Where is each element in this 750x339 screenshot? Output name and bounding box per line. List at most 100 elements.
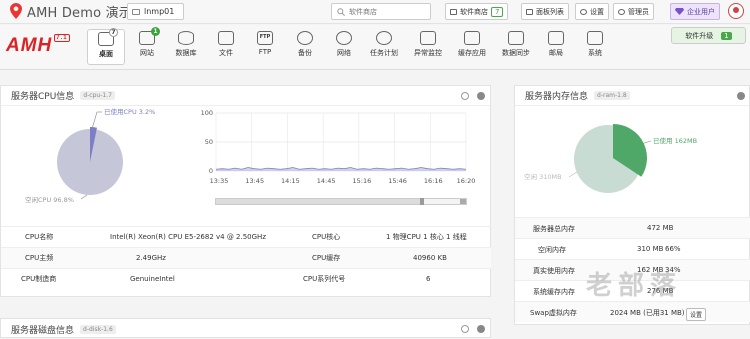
- nav-item-label: 数据库: [175, 49, 197, 57]
- ram-key: Swap虚拟内存: [530, 309, 577, 317]
- avatar[interactable]: [728, 3, 744, 19]
- system-icon: [587, 31, 603, 45]
- nav-item-label: 缓存应用: [458, 49, 486, 57]
- nav-item-label: 系统: [588, 49, 602, 57]
- nav-item-label: 任务计划: [370, 49, 398, 57]
- panel-list-label: 面板列表: [536, 7, 564, 16]
- nav-item-label: 数据同步: [502, 49, 530, 57]
- nav-item-cache[interactable]: 缓存应用: [453, 29, 491, 65]
- x-tick-label: 13:35: [210, 177, 229, 185]
- upgrade-badge: 1: [721, 31, 732, 40]
- folder-icon: [218, 31, 234, 45]
- software-store-badge: 7: [491, 6, 504, 17]
- software-store-button[interactable]: 软件商店 7: [445, 3, 509, 20]
- cpu-key: CPU制造商: [21, 275, 57, 283]
- host-select[interactable]: lnmp01: [127, 3, 184, 20]
- nav-item-label: 邮局: [549, 49, 563, 57]
- close-icon[interactable]: [477, 92, 485, 100]
- leader-line: [91, 111, 98, 130]
- cpu-value: 40960 KB: [413, 254, 447, 262]
- cpu-key: CPU缓存: [312, 254, 341, 262]
- slider-end-handle[interactable]: [460, 199, 466, 204]
- ram-key: 服务器总内存: [533, 225, 575, 233]
- cpu-panel-title: 服务器CPU信息: [11, 92, 75, 102]
- x-tick-label: 13:45: [245, 177, 264, 185]
- refresh-icon[interactable]: [461, 325, 469, 333]
- cpu-key: CPU名称: [25, 233, 54, 241]
- nav-desktop-badge: 7: [109, 28, 118, 37]
- admin-label: 管理员: [628, 7, 649, 16]
- nav-item-desktop[interactable]: 7 桌面: [87, 28, 125, 65]
- globe-icon: [336, 31, 352, 45]
- nav-item-network[interactable]: 网络: [325, 29, 363, 65]
- ram-pie-chart: 已使用 162MB 空闲 310MB: [524, 124, 697, 193]
- nav-item-database[interactable]: 数据库: [167, 29, 205, 65]
- nav-item-website[interactable]: 1 网站: [128, 27, 166, 65]
- software-upgrade-button[interactable]: 软件升级 1: [671, 27, 746, 44]
- cpu-key: CPU主频: [25, 254, 54, 262]
- ram-key: 空闲内存: [538, 246, 566, 254]
- cpu-value: 1 物理CPU 1 核心 1 线程: [386, 233, 467, 241]
- sync-icon: [508, 31, 524, 45]
- leader-line: [80, 194, 88, 200]
- amh-logo[interactable]: AMH 7.1: [6, 34, 70, 57]
- disk-panel: 服务器磁盘信息 d-disk-1.6: [0, 318, 491, 338]
- nav-item-label: 网站: [140, 49, 154, 57]
- ram-panel-title: 服务器内存信息: [525, 92, 589, 102]
- search-icon: [337, 7, 345, 16]
- nav-item-label: 文件: [219, 49, 233, 57]
- panel-list-button[interactable]: 面板列表: [521, 3, 569, 20]
- cpu-value: 2.49GHz: [136, 254, 166, 262]
- brand[interactable]: AMH Demo 演示: [10, 2, 132, 21]
- software-store-label: 软件商店: [460, 7, 488, 16]
- location-pin-icon: [10, 3, 22, 19]
- search-input[interactable]: [349, 7, 429, 16]
- close-icon[interactable]: [477, 325, 485, 333]
- cache-icon: [464, 31, 480, 45]
- nav-item-monitor[interactable]: 异常监控: [409, 29, 447, 65]
- slider-handle[interactable]: [420, 198, 424, 205]
- cpu-value: Intel(R) Xeon(R) CPU E5-2682 v4 @ 2.50GH…: [110, 233, 266, 241]
- store-icon: [450, 8, 457, 15]
- nav-item-files[interactable]: 文件: [207, 29, 245, 65]
- user-icon: [618, 8, 625, 15]
- close-icon[interactable]: [737, 92, 745, 100]
- admin-button[interactable]: 管理员: [613, 3, 654, 20]
- ram-percent: 66%: [665, 245, 681, 253]
- ram-panel-header: 服务器内存信息 d-ram-1.8: [515, 86, 749, 106]
- refresh-icon[interactable]: [461, 92, 469, 100]
- ram-key: 真实使用内存: [533, 267, 575, 275]
- chart-zoom-slider[interactable]: [215, 198, 467, 205]
- nav-item-system[interactable]: 系统: [576, 29, 614, 65]
- logo-text: AMH: [6, 35, 53, 56]
- nav-item-mail[interactable]: 邮局: [537, 29, 575, 65]
- server-icon: [132, 8, 140, 15]
- enterprise-user-label: 企业用户: [687, 7, 715, 16]
- nav-item-sync[interactable]: 数据同步: [497, 29, 535, 65]
- nav-item-label: 网络: [337, 49, 351, 57]
- backup-icon: [297, 31, 313, 45]
- y-tick-label: 50: [205, 138, 213, 146]
- ram-value: 472 MB: [647, 224, 674, 232]
- settings-button[interactable]: 设置: [575, 3, 609, 20]
- table-row: 服务器总内存 472 MB: [515, 217, 750, 238]
- monitor-alert-icon: [420, 31, 436, 45]
- table-row: 空闲内存 310 MB 66%: [515, 238, 750, 259]
- nav-item-cron[interactable]: 任务计划: [365, 29, 403, 65]
- cpu-value: GenuineIntel: [130, 275, 175, 283]
- cpu-pie-chart: 已使用CPU 3.2% 空闲CPU 96.8%: [25, 107, 155, 204]
- nav-item-ftp[interactable]: FTP FTP: [246, 29, 284, 65]
- brand-title: AMH Demo 演示: [27, 5, 132, 21]
- x-tick-label: 16:20: [457, 177, 476, 185]
- cpu-key: CPU系列代号: [303, 275, 346, 283]
- search-box[interactable]: [331, 3, 431, 20]
- swap-settings-button[interactable]: 设置: [686, 308, 707, 321]
- enterprise-user-button[interactable]: 企业用户: [670, 3, 720, 20]
- nav-item-backup[interactable]: 备份: [286, 29, 324, 65]
- diamond-icon: [675, 8, 684, 15]
- database-icon: [178, 31, 194, 45]
- ftp-icon: FTP: [257, 31, 273, 45]
- leader-line: [568, 171, 578, 178]
- cpu-panel-tag: d-cpu-1.7: [80, 91, 115, 100]
- ram-value: 310 MB: [637, 245, 664, 253]
